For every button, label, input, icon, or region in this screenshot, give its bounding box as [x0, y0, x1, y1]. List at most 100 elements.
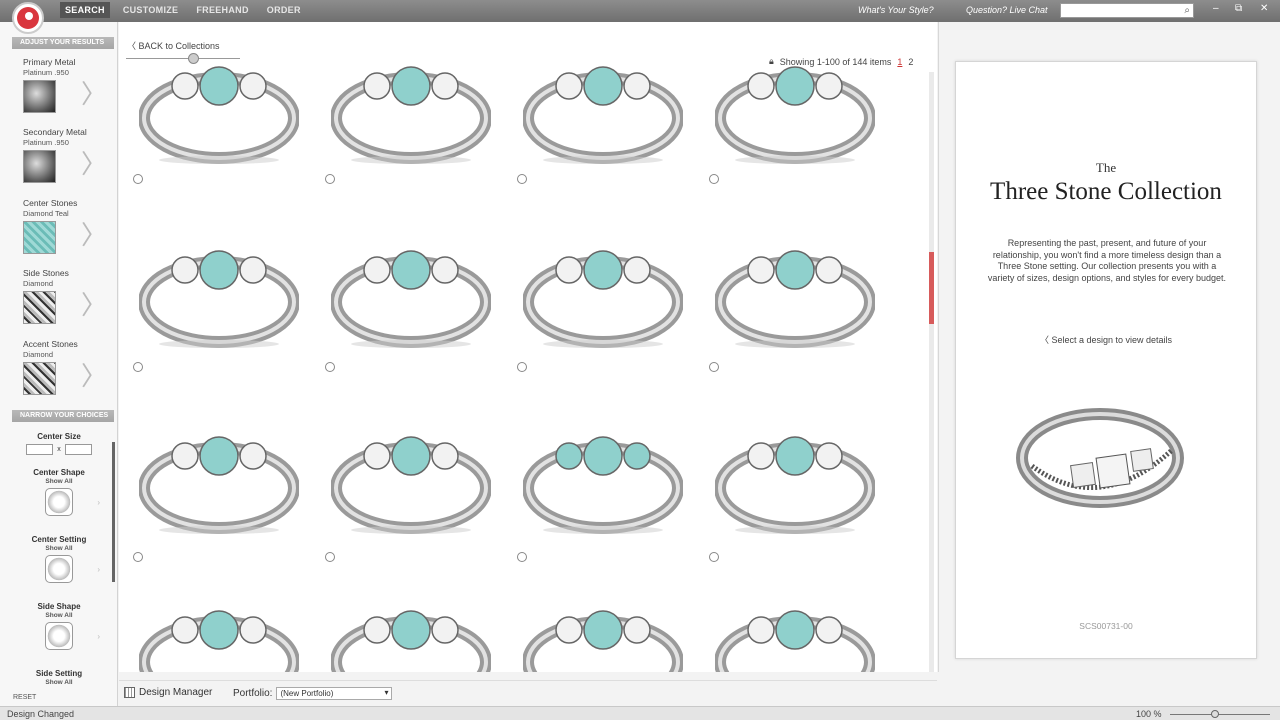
show-all-link[interactable]: Show All	[12, 679, 106, 686]
ring-image[interactable]	[139, 240, 299, 350]
chevron-right-icon[interactable]: 〉	[81, 288, 107, 322]
ring-select-radio[interactable]	[517, 174, 527, 184]
metal-swatch[interactable]	[23, 150, 56, 183]
ring-tile[interactable]	[311, 580, 491, 672]
ring-select-radio[interactable]	[325, 362, 335, 372]
ring-image[interactable]	[139, 600, 299, 672]
stone-swatch[interactable]	[23, 291, 56, 324]
option-center-stones[interactable]: Center Stones Diamond Teal 〉	[23, 198, 107, 254]
ring-select-radio[interactable]	[517, 362, 527, 372]
restore-icon[interactable]: ⧉	[1235, 3, 1242, 14]
center-shape-filter[interactable]: Center Shape Show All ›	[12, 468, 106, 516]
option-accent-stones[interactable]: Accent Stones Diamond 〉	[23, 339, 107, 395]
ring-tile[interactable]	[119, 36, 299, 196]
ring-select-radio[interactable]	[133, 362, 143, 372]
ring-image[interactable]	[523, 56, 683, 166]
tab-customize[interactable]: CUSTOMIZE	[118, 2, 184, 18]
tab-order[interactable]: ORDER	[262, 2, 306, 18]
results-scrollbar[interactable]	[929, 72, 934, 672]
center-shape-icon[interactable]	[45, 488, 73, 516]
ring-select-radio[interactable]	[325, 174, 335, 184]
zoom-slider[interactable]	[1170, 714, 1270, 715]
ring-tile[interactable]	[503, 406, 683, 566]
ring-select-radio[interactable]	[709, 174, 719, 184]
zoom-slider-handle[interactable]	[1211, 710, 1219, 718]
option-primary-metal[interactable]: Primary Metal Platinum .950 〉	[23, 57, 107, 113]
ring-image[interactable]	[715, 600, 875, 672]
ring-tile[interactable]	[503, 36, 683, 196]
side-shape-filter[interactable]: Side Shape Show All ›	[12, 602, 106, 650]
reset-button[interactable]: RESET	[13, 694, 36, 701]
ring-select-radio[interactable]	[133, 174, 143, 184]
ring-image[interactable]	[715, 56, 875, 166]
center-setting-icon[interactable]	[45, 555, 73, 583]
search-icon[interactable]: ⌕	[1184, 5, 1190, 16]
chevron-right-icon[interactable]: 〉	[81, 147, 107, 181]
live-chat-link[interactable]: Question? Live Chat	[966, 5, 1048, 15]
stone-swatch[interactable]	[23, 221, 56, 254]
collection-card: The Three Stone Collection Representing …	[955, 61, 1257, 659]
ring-tile[interactable]	[695, 406, 875, 566]
whats-your-style-link[interactable]: What's Your Style?	[858, 5, 934, 15]
sidebar-scrollbar[interactable]	[112, 442, 115, 582]
ring-image[interactable]	[715, 240, 875, 350]
chevron-right-icon[interactable]: 〉	[81, 359, 107, 393]
ring-tile[interactable]	[503, 580, 683, 672]
show-all-link[interactable]: Show All	[12, 612, 106, 619]
ring-tile[interactable]	[503, 220, 683, 380]
ring-image[interactable]	[523, 240, 683, 350]
ring-image[interactable]	[139, 426, 299, 536]
metal-swatch[interactable]	[23, 80, 56, 113]
portfolio-label: Portfolio:	[233, 688, 273, 699]
ring-tile[interactable]	[695, 220, 875, 380]
chevron-right-icon[interactable]: 〉	[81, 218, 107, 252]
ring-image[interactable]	[331, 426, 491, 536]
chevron-right-icon[interactable]: ›	[97, 565, 100, 574]
stone-swatch[interactable]	[23, 362, 56, 395]
ring-image[interactable]	[523, 426, 683, 536]
tab-search[interactable]: SEARCH	[60, 2, 110, 18]
scrollbar-thumb[interactable]	[929, 252, 934, 324]
page-1-link[interactable]: 1	[897, 57, 902, 67]
ring-tile[interactable]	[311, 36, 491, 196]
ring-select-radio[interactable]	[517, 552, 527, 562]
option-side-stones[interactable]: Side Stones Diamond 〉	[23, 268, 107, 324]
page-2-link[interactable]: 2	[908, 57, 913, 67]
chevron-right-icon[interactable]: ›	[97, 498, 100, 507]
option-secondary-metal[interactable]: Secondary Metal Platinum .950 〉	[23, 127, 107, 183]
ring-tile[interactable]	[119, 406, 299, 566]
ring-image[interactable]	[331, 240, 491, 350]
ring-image[interactable]	[331, 600, 491, 672]
center-setting-filter[interactable]: Center Setting Show All ›	[12, 535, 106, 583]
ring-tile[interactable]	[695, 580, 875, 672]
side-shape-icon[interactable]	[45, 622, 73, 650]
ring-select-radio[interactable]	[325, 552, 335, 562]
ring-tile[interactable]	[119, 580, 299, 672]
portfolio-select[interactable]: (New Portfolio)	[276, 687, 393, 700]
ring-select-radio[interactable]	[709, 362, 719, 372]
center-size-max-input[interactable]	[64, 444, 92, 455]
ring-image[interactable]	[523, 600, 683, 672]
chevron-right-icon[interactable]: 〉	[81, 77, 107, 111]
app-logo[interactable]	[12, 2, 44, 34]
side-setting-filter[interactable]: Side Setting Show All	[12, 669, 106, 686]
ring-select-radio[interactable]	[709, 552, 719, 562]
show-all-link[interactable]: Show All	[12, 478, 106, 485]
ring-tile[interactable]	[695, 36, 875, 196]
design-manager-button[interactable]: Design Manager	[124, 687, 212, 698]
tab-freehand[interactable]: FREEHAND	[191, 2, 253, 18]
search-input[interactable]: ⌕	[1060, 3, 1194, 18]
ring-select-radio[interactable]	[133, 552, 143, 562]
center-size-min-input[interactable]	[26, 444, 54, 455]
ring-image[interactable]	[715, 426, 875, 536]
minimize-icon[interactable]: –	[1213, 3, 1219, 14]
ring-tile[interactable]	[311, 220, 491, 380]
ring-image[interactable]	[331, 56, 491, 166]
chevron-right-icon[interactable]: ›	[97, 632, 100, 641]
ring-tile[interactable]	[119, 220, 299, 380]
ring-tile[interactable]	[311, 406, 491, 566]
show-all-link[interactable]: Show All	[12, 545, 106, 552]
close-icon[interactable]: ✕	[1260, 3, 1268, 14]
ring-image[interactable]	[139, 56, 299, 166]
bottom-toolbar: Design Manager Portfolio: (New Portfolio…	[119, 680, 937, 704]
